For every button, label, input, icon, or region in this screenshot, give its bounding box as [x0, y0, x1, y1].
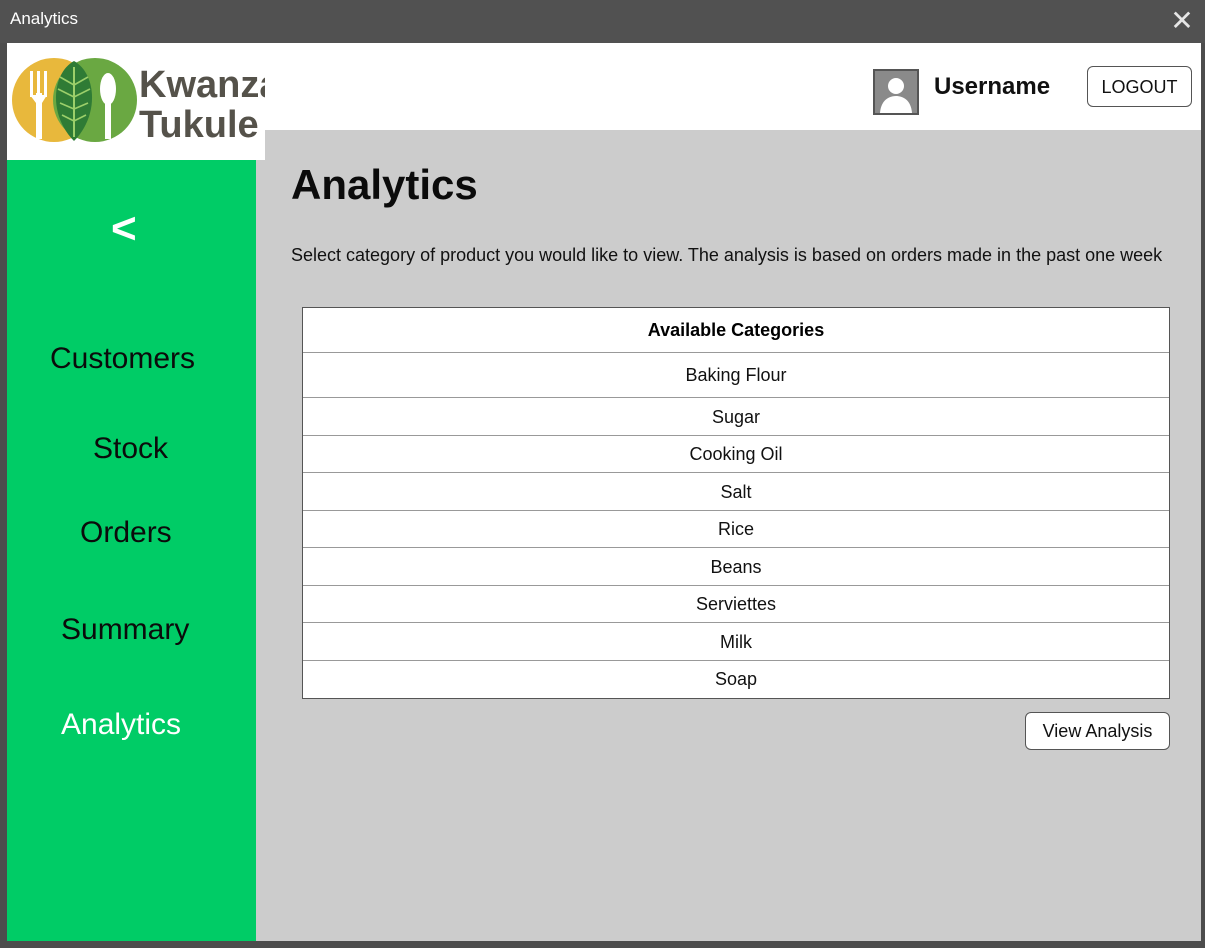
- avatar[interactable]: [873, 69, 919, 115]
- title-bar: Analytics ✕: [0, 0, 1205, 43]
- table-row[interactable]: Cooking Oil: [303, 436, 1169, 473]
- back-chevron-icon[interactable]: <: [111, 204, 147, 253]
- sidebar: < Customers Stock Orders Summary Analyti…: [7, 160, 256, 941]
- table-row[interactable]: Milk: [303, 623, 1169, 661]
- table-header: Available Categories: [303, 308, 1169, 353]
- table-row[interactable]: Baking Flour: [303, 353, 1169, 398]
- page-title: Analytics: [291, 161, 478, 208]
- close-icon[interactable]: ✕: [1167, 6, 1197, 36]
- user-icon: [875, 71, 917, 113]
- window-title: Analytics: [10, 9, 79, 28]
- logo-text: Kwanza Tukule: [139, 65, 280, 145]
- logo: Kwanza Tukule: [7, 43, 280, 160]
- sidebar-item-customers[interactable]: Customers: [50, 342, 195, 376]
- view-analysis-button[interactable]: View Analysis: [1025, 712, 1170, 750]
- categories-table: Available Categories Baking Flour Sugar …: [302, 307, 1170, 699]
- sidebar-item-stock[interactable]: Stock: [93, 432, 168, 466]
- page-description: Select category of product you would lik…: [291, 245, 1163, 265]
- sidebar-item-analytics[interactable]: Analytics: [61, 708, 181, 742]
- logo-line-2: Tukule: [139, 104, 259, 146]
- table-row[interactable]: Beans: [303, 548, 1169, 586]
- username-label: Username: [934, 73, 1051, 100]
- app-window: Kwanza Tukule Username LOGOUT < Customer…: [7, 43, 1201, 941]
- table-row[interactable]: Serviettes: [303, 586, 1169, 623]
- logo-emblem-icon: [12, 58, 137, 142]
- sidebar-item-summary[interactable]: Summary: [61, 613, 189, 647]
- logo-line-1: Kwanza: [139, 64, 281, 106]
- logout-button[interactable]: LOGOUT: [1087, 66, 1192, 107]
- table-row[interactable]: Sugar: [303, 398, 1169, 436]
- top-bar: Username LOGOUT: [265, 43, 1201, 130]
- sidebar-item-orders[interactable]: Orders: [80, 516, 172, 550]
- table-row[interactable]: Salt: [303, 473, 1169, 511]
- table-row[interactable]: Soap: [303, 661, 1169, 698]
- table-row[interactable]: Rice: [303, 511, 1169, 548]
